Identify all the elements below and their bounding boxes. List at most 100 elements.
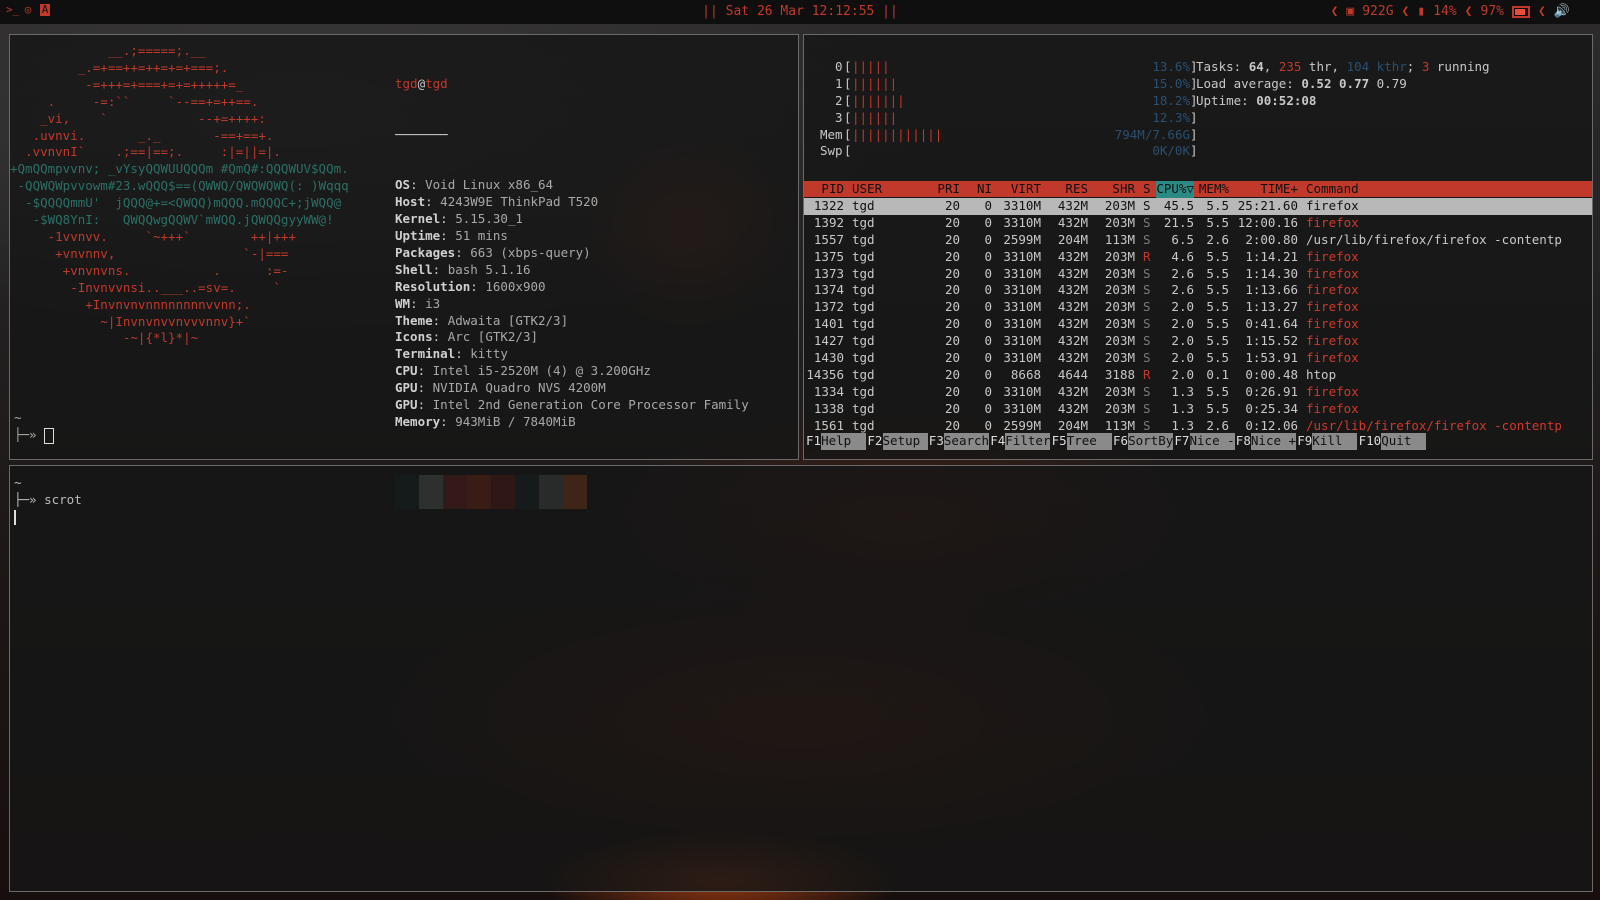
process-row[interactable]: 1322 tgd 20 0 3310M 432M 203M S 45.5 5.5 25:21.60 f… xyxy=(804,198,1592,215)
uptime-value: 00:52:08 xyxy=(1256,92,1317,108)
fkey-label[interactable]: Quit xyxy=(1381,433,1427,450)
fkey-f2[interactable]: F2 xyxy=(867,433,882,450)
cell-cpu: 1.3 xyxy=(1171,383,1194,399)
uptime-line: Uptime: 00:52:08 xyxy=(1196,93,1316,110)
cell-ni: 0 xyxy=(984,417,992,433)
process-row[interactable]: 1427 tgd 20 0 3310M 432M 203M S 2.0 5.5 1:15.52 fir… xyxy=(804,333,1592,350)
cell-pid: 1427 xyxy=(813,333,844,349)
prompt[interactable]: ~ ├─» xyxy=(14,409,55,444)
cell-s: S xyxy=(1143,383,1151,399)
fkey-f8[interactable]: F8 xyxy=(1236,433,1251,450)
cell-res: 204M xyxy=(1057,231,1088,247)
fkey-f10[interactable]: F10 xyxy=(1359,433,1382,450)
separator: : xyxy=(440,413,456,429)
cell-mem: 5.5 xyxy=(1206,198,1229,213)
cell-ni: 0 xyxy=(984,366,992,382)
process-row[interactable]: 1334 tgd 20 0 3310M 432M 203M S 1.3 5.5 0:26.91 fir… xyxy=(804,384,1592,401)
info-key: Shell xyxy=(395,261,433,277)
battery-icon xyxy=(1511,5,1530,18)
process-row[interactable]: 1557 tgd 20 0 2599M 204M 113M S 6.5 2.6 2:00.80/us… xyxy=(804,232,1592,249)
cell-pid: 1338 xyxy=(813,400,844,416)
column-header[interactable]: SHR xyxy=(1112,181,1135,198)
process-row[interactable]: 1401 tgd 20 0 3310M 432M 203M S 2.0 5.5 0:41.64 fir… xyxy=(804,316,1592,333)
column-header[interactable]: PRI xyxy=(937,181,960,198)
cell-pid: 1557 xyxy=(813,231,844,247)
info-value: 663 (xbps-query) xyxy=(470,244,591,260)
cell-pid: 1322 xyxy=(813,198,844,213)
column-header[interactable]: S xyxy=(1143,181,1151,198)
cell-shr: 203M xyxy=(1104,198,1135,213)
fkey-label[interactable]: Nice + xyxy=(1250,433,1297,450)
shell-terminal[interactable]: ~ ├─» scrot xyxy=(9,465,1593,892)
process-row[interactable]: 1561 tgd 20 0 2599M 204M 113M S 1.3 2.6 0:12.06/us… xyxy=(804,418,1592,435)
cell-s: S xyxy=(1143,265,1151,281)
cell-time: 2:00.80 xyxy=(1245,231,1298,247)
process-row[interactable]: 1430 tgd 20 0 3310M 432M 203M S 2.0 5.5 1:53.91 fir… xyxy=(804,350,1592,367)
process-row[interactable]: 1372 tgd 20 0 3310M 432M 203M S 2.0 5.5 1:13.27 fir… xyxy=(804,299,1592,316)
fkey-label[interactable]: Kill xyxy=(1312,433,1358,450)
neofetch-terminal[interactable]: __.;=====;.__ _.=+==++=++=+=+===;. -=+++… xyxy=(9,34,799,509)
info-key: OS xyxy=(395,177,411,193)
separator: : xyxy=(417,363,433,379)
process-row[interactable]: 1375 tgd 20 0 3310M 432M 203M R 4.6 5.5 1:14.21 fir… xyxy=(804,249,1592,266)
info-row: GPU: Intel 2nd Generation Core Processor… xyxy=(395,397,749,414)
fkey-f7[interactable]: F7 xyxy=(1174,433,1189,450)
column-header[interactable]: NI xyxy=(977,181,992,198)
fkey-f6[interactable]: F6 xyxy=(1113,433,1128,450)
fkey-label[interactable]: Search xyxy=(943,433,990,450)
info-row: OS: Void Linux x86_64 xyxy=(395,177,749,194)
fkey-f5[interactable]: F5 xyxy=(1052,433,1067,450)
cell-user: tgd xyxy=(852,417,875,433)
logo-line: . -=:`` `--==+=++==. xyxy=(10,93,259,109)
process-row[interactable]: 1374 tgd 20 0 3310M 432M 203M S 2.6 5.5 1:13.66 fir… xyxy=(804,282,1592,299)
process-row[interactable]: 1392 tgd 20 0 3310M 432M 203M S 21.5 5.5 12:00.16 f… xyxy=(804,215,1592,232)
fkey-label[interactable]: Tree xyxy=(1066,433,1112,450)
column-header[interactable]: CPU%▽ xyxy=(1156,181,1194,198)
fkey-f9[interactable]: F9 xyxy=(1297,433,1312,450)
column-header[interactable]: TIME+ xyxy=(1260,181,1298,198)
hostname: tgd xyxy=(425,75,448,91)
cell-s: S xyxy=(1143,350,1151,366)
cell-cpu: 2.6 xyxy=(1171,282,1194,298)
cell-res: 432M xyxy=(1057,214,1088,230)
info-key: WM xyxy=(395,295,411,311)
fkey-f3[interactable]: F3 xyxy=(929,433,944,450)
info-value: i3 xyxy=(425,295,441,311)
column-header[interactable]: Command xyxy=(1306,181,1359,198)
column-header[interactable]: USER xyxy=(852,181,882,198)
volume-icon[interactable]: 🔊 xyxy=(1554,4,1570,19)
column-header[interactable]: MEM% xyxy=(1199,181,1229,198)
process-table-header[interactable]: PID USER PRI NI VIRT RES SHR S CPU%▽ MEM% TIME+ Com… xyxy=(804,181,1592,198)
cell-res: 432M xyxy=(1057,383,1088,399)
meter-value: 18.2% xyxy=(1152,92,1190,108)
fkey-label[interactable]: Filter xyxy=(1005,433,1051,450)
process-table[interactable]: 1322 tgd 20 0 3310M 432M 203M S 45.5 5.5 25:21.60 f… xyxy=(804,198,1592,434)
load-15: 0.79 xyxy=(1376,75,1407,91)
cell-user: tgd xyxy=(852,265,875,281)
fkey-f1[interactable]: F1 xyxy=(806,433,821,450)
cell-cmd: firefox xyxy=(1306,299,1359,315)
cell-pri: 20 xyxy=(944,350,960,366)
logo-line: -~|{*l}*|~ xyxy=(10,330,199,346)
fkey-label[interactable]: Help xyxy=(821,433,867,450)
fkey-label[interactable]: SortBy xyxy=(1128,433,1174,450)
info-value: kitty xyxy=(470,346,508,362)
fkey-label[interactable]: Setup xyxy=(882,433,928,450)
process-row[interactable]: 14356 tgd 20 0 8668 4644 3188 R 2.0 0.1 0:00.48 hto… xyxy=(804,367,1592,384)
info-value: 51 mins xyxy=(455,227,508,243)
info-key: Packages xyxy=(395,244,456,260)
cell-virt: 3310M xyxy=(1003,333,1041,349)
htop-terminal[interactable]: 0[||||| 13.6%] Tasks: 64, 235 thr, 104 kth… xyxy=(803,34,1593,460)
load-5: 0.77 xyxy=(1339,75,1370,91)
process-row[interactable]: 1338 tgd 20 0 3310M 432M 203M S 1.3 5.5 0:25.34 fir… xyxy=(804,401,1592,418)
column-header[interactable]: VIRT xyxy=(1011,181,1041,198)
load-1: 0.52 xyxy=(1301,75,1332,91)
column-header[interactable]: RES xyxy=(1065,181,1088,198)
column-header[interactable]: PID xyxy=(821,181,844,198)
fkey-f4[interactable]: F4 xyxy=(990,433,1005,450)
cell-ni: 0 xyxy=(984,333,992,349)
separator: : xyxy=(432,312,448,328)
process-row[interactable]: 1373 tgd 20 0 3310M 432M 203M S 2.6 5.5 1:14.30 fir… xyxy=(804,266,1592,283)
fkey-label[interactable]: Nice - xyxy=(1189,433,1235,450)
cell-pri: 20 xyxy=(944,299,960,315)
